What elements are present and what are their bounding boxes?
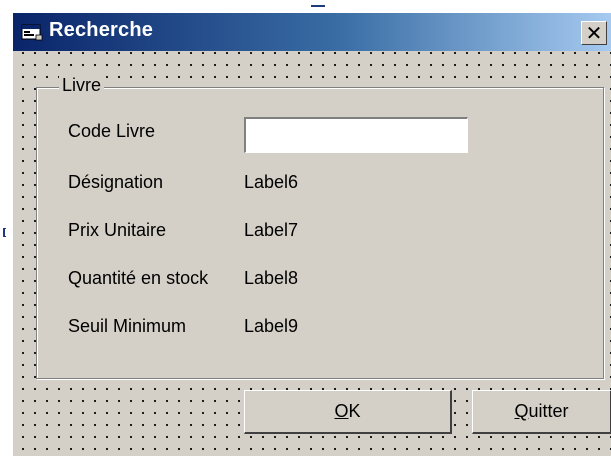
prix-unitaire-value: Label7 — [244, 220, 299, 240]
quantite-stock-value: Label8 — [244, 268, 299, 288]
ok-button-label: K — [348, 401, 361, 421]
form-client-area: Livre Code Livre Désignation Label6 Prix… — [13, 51, 611, 456]
quitter-button-mnemonic: Q — [514, 401, 529, 421]
quitter-button-label: uitter — [528, 401, 569, 421]
ok-button-mnemonic: O — [334, 401, 349, 421]
quantite-stock-label: Quantité en stock — [68, 268, 209, 288]
close-button[interactable]: ✕ — [581, 21, 607, 45]
code-livre-input[interactable] — [244, 117, 468, 153]
form-window-icon — [21, 24, 43, 41]
code-livre-label: Code Livre — [68, 121, 156, 141]
designation-value: Label6 — [244, 172, 299, 192]
stray-selection-mark — [3, 228, 6, 237]
recherche-form-window: Recherche ✕ Livre Code Livre Désignation… — [12, 12, 611, 456]
title-bar[interactable]: Recherche ✕ — [13, 13, 611, 51]
stray-underline-mark — [311, 5, 325, 7]
window-title: Recherche — [49, 19, 154, 41]
frame-legend: Livre — [59, 75, 105, 96]
prix-unitaire-label: Prix Unitaire — [68, 220, 167, 240]
close-icon: ✕ — [585, 21, 603, 45]
quitter-button[interactable]: Quitter — [472, 390, 611, 434]
ok-button[interactable]: OK — [244, 390, 452, 434]
designation-label: Désignation — [68, 172, 164, 192]
seuil-minimum-label: Seuil Minimum — [68, 316, 187, 336]
seuil-minimum-value: Label9 — [244, 316, 299, 336]
